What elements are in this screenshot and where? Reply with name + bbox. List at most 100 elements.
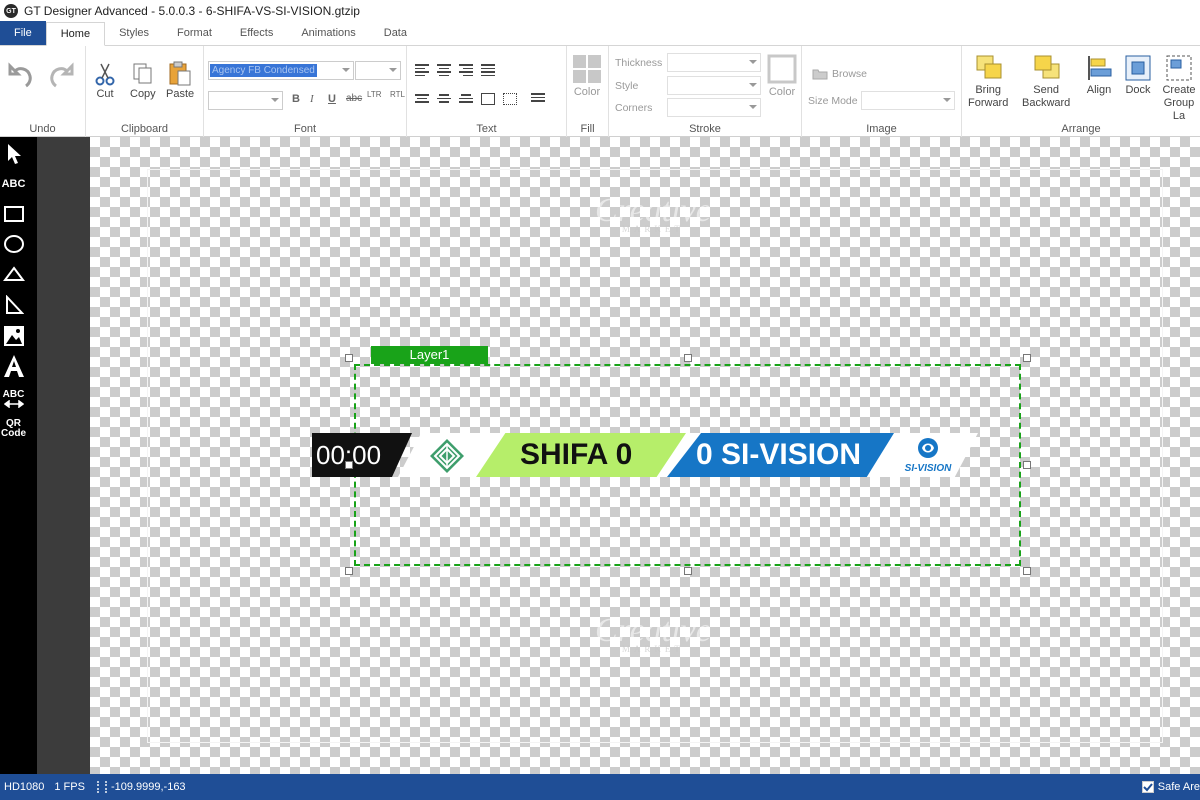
copy-icon bbox=[133, 63, 152, 84]
create-group-label-2: Group La bbox=[1163, 97, 1195, 122]
align-objects-icon bbox=[1088, 56, 1112, 80]
right-triangle-icon bbox=[5, 295, 24, 314]
align-button[interactable]: Align bbox=[1085, 54, 1113, 97]
font-family-value: Agency FB Condensed bbox=[210, 64, 317, 77]
underline-button[interactable]: U bbox=[328, 93, 336, 105]
clipboard-group: Cut Copy Paste Clipboard bbox=[86, 46, 204, 137]
bold-button[interactable]: B bbox=[292, 93, 300, 105]
bring-forward-label-1: Bring bbox=[975, 84, 1002, 96]
safe-area-toggle[interactable]: Safe Are bbox=[1141, 774, 1200, 800]
valign-middle-icon[interactable] bbox=[437, 94, 451, 106]
browse-button[interactable]: Browse bbox=[812, 68, 867, 80]
copy-button[interactable]: Copy bbox=[130, 62, 156, 101]
align-right-icon[interactable] bbox=[459, 64, 473, 76]
ticker-tool[interactable] bbox=[0, 353, 27, 379]
tab-styles[interactable]: Styles bbox=[105, 21, 163, 45]
resize-handle[interactable] bbox=[684, 354, 692, 362]
corners-dropdown[interactable] bbox=[667, 98, 761, 117]
align-left-icon[interactable] bbox=[415, 64, 429, 76]
fill-color-button[interactable]: Color bbox=[572, 54, 602, 99]
resize-handle[interactable] bbox=[345, 354, 353, 362]
text-style-icon bbox=[3, 355, 24, 377]
dock-button[interactable]: Dock bbox=[1124, 54, 1152, 97]
layer-name-tag[interactable]: Layer1 bbox=[371, 346, 488, 364]
triangle-icon bbox=[2, 266, 25, 281]
image-tool[interactable] bbox=[0, 324, 27, 348]
arrange-group: Bring Forward Send Backward Align Dock C… bbox=[962, 46, 1200, 137]
stroke-color-button[interactable]: Color bbox=[767, 54, 797, 99]
tab-format[interactable]: Format bbox=[163, 21, 226, 45]
style-label: Style bbox=[615, 80, 639, 92]
size-mode-dropdown[interactable] bbox=[861, 91, 955, 110]
align-justify-icon[interactable] bbox=[481, 64, 495, 76]
undo-button[interactable] bbox=[6, 58, 38, 92]
font-family-dropdown[interactable]: Agency FB Condensed bbox=[208, 61, 354, 80]
resize-handle[interactable] bbox=[345, 567, 353, 575]
create-group-button[interactable]: Create Group La bbox=[1158, 54, 1200, 123]
right-triangle-tool[interactable] bbox=[0, 294, 27, 316]
watermark: Creative MARKET bbox=[595, 612, 711, 654]
undo-group: Undo bbox=[0, 46, 86, 137]
send-backward-label-1: Send bbox=[1033, 84, 1059, 96]
fill-group: Color Fill bbox=[567, 46, 609, 137]
design-canvas[interactable]: Creative MARKET Creative MARKET Layer1 00:… bbox=[90, 137, 1200, 774]
tab-data[interactable]: Data bbox=[370, 21, 421, 45]
rectangle-tool[interactable] bbox=[0, 203, 27, 225]
redo-button[interactable] bbox=[44, 58, 76, 92]
triangle-tool[interactable] bbox=[0, 264, 27, 284]
align-center-icon[interactable] bbox=[437, 64, 451, 76]
text-box-icon[interactable] bbox=[481, 93, 495, 105]
title-bar: GT GT Designer Advanced - 5.0.0.3 - 6-SH… bbox=[0, 0, 1200, 22]
checkbox-icon bbox=[1141, 781, 1154, 793]
si-vision-logo-icon bbox=[918, 438, 938, 458]
safe-area-label: Safe Are bbox=[1157, 781, 1200, 793]
rectangle-icon bbox=[3, 206, 24, 222]
chevron-down-icon bbox=[342, 68, 350, 72]
grip-icon bbox=[96, 781, 107, 793]
scissors-icon bbox=[95, 63, 115, 86]
stroke-style-dropdown[interactable] bbox=[667, 76, 761, 95]
resize-handle[interactable] bbox=[1023, 461, 1031, 469]
resize-handle[interactable] bbox=[684, 567, 692, 575]
send-backward-button[interactable]: Send Backward bbox=[1022, 54, 1070, 110]
tab-file[interactable]: File bbox=[0, 21, 46, 45]
scroll-arrows-icon bbox=[0, 399, 27, 409]
strikethrough-button[interactable]: abc bbox=[346, 93, 362, 104]
undo-icon bbox=[8, 62, 32, 88]
dock-label: Dock bbox=[1125, 84, 1151, 96]
tab-effects[interactable]: Effects bbox=[226, 21, 287, 45]
send-backward-label-2: Backward bbox=[1022, 97, 1071, 109]
resize-handle[interactable] bbox=[345, 461, 353, 469]
ellipse-tool[interactable] bbox=[0, 233, 27, 255]
fill-color-icon bbox=[573, 55, 601, 83]
resize-handle[interactable] bbox=[1023, 354, 1031, 362]
fill-color-label: Color bbox=[573, 86, 601, 98]
chevron-down-icon bbox=[389, 68, 397, 72]
ribbon-tabs: File Home Styles Format Effects Animatio… bbox=[0, 21, 1200, 46]
watermark: Creative MARKET bbox=[595, 192, 711, 234]
size-mode-label: Size Mode bbox=[808, 95, 858, 107]
text-grid-icon[interactable] bbox=[503, 93, 517, 105]
bring-forward-button[interactable]: Bring Forward bbox=[968, 54, 1008, 110]
cursor-coordinates: -109.9999,-163 bbox=[110, 781, 186, 793]
font-weight-dropdown[interactable] bbox=[208, 91, 283, 110]
cut-button[interactable]: Cut bbox=[94, 62, 116, 101]
valign-top-icon[interactable] bbox=[415, 94, 429, 106]
text-group: Text bbox=[407, 46, 567, 137]
line-spacing-icon[interactable] bbox=[531, 93, 545, 105]
thickness-dropdown[interactable] bbox=[667, 53, 761, 72]
italic-button[interactable]: I bbox=[310, 93, 314, 105]
resize-handle[interactable] bbox=[1023, 567, 1031, 575]
select-tool[interactable] bbox=[0, 141, 27, 167]
match-timer: 00:00 bbox=[312, 433, 412, 477]
stroke-color-label: Color bbox=[768, 86, 796, 98]
font-size-dropdown[interactable] bbox=[355, 61, 401, 80]
tab-home[interactable]: Home bbox=[45, 22, 106, 46]
text-tool[interactable]: ABC bbox=[0, 175, 27, 193]
paste-button[interactable]: Paste bbox=[166, 60, 194, 101]
rtl-button[interactable]: RTL bbox=[390, 90, 405, 99]
scorebug-graphic[interactable]: 00:00 SHIFA 0 0 SI-VISION SI-VISION bbox=[312, 433, 978, 477]
tab-animations[interactable]: Animations bbox=[287, 21, 369, 45]
valign-bottom-icon[interactable] bbox=[459, 94, 473, 106]
ltr-button[interactable]: LTR bbox=[367, 90, 382, 99]
